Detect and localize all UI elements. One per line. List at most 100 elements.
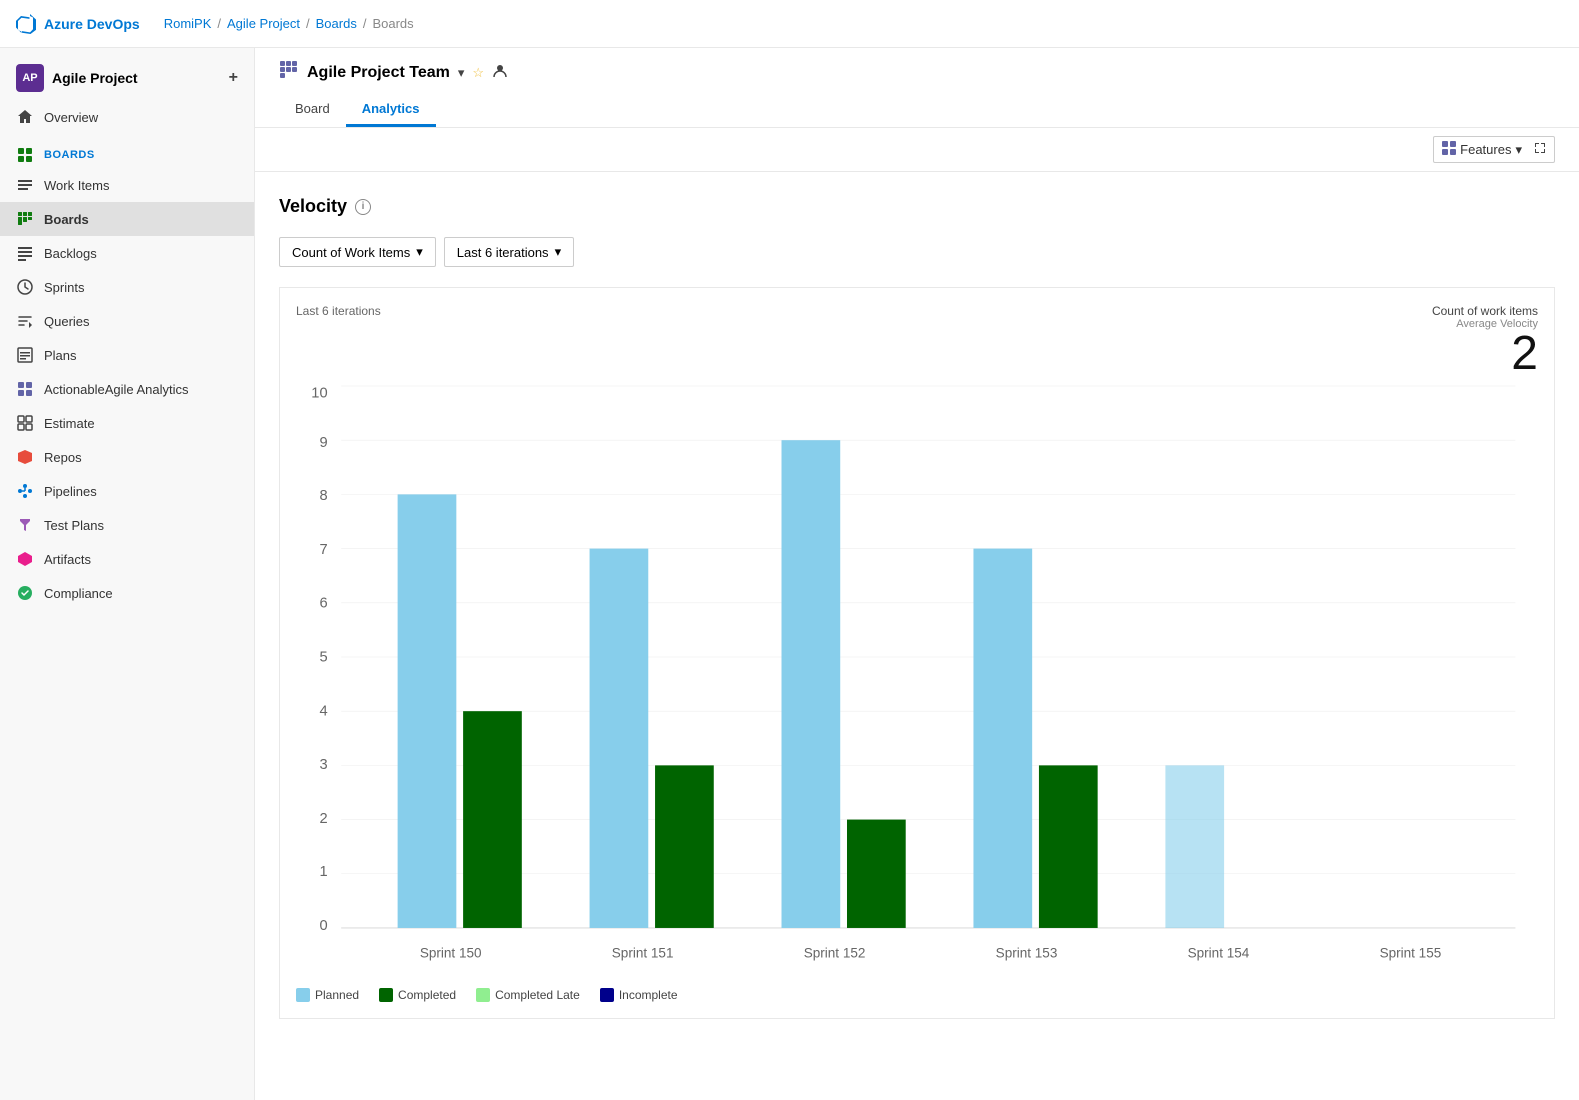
velocity-info-icon[interactable]: i [355,199,371,215]
work-items-icon [16,176,34,194]
sprint155-label: Sprint 155 [1380,945,1442,960]
sidebar-label-repos: Repos [44,450,82,465]
estimate-icon [16,414,34,432]
sidebar-item-pipelines[interactable]: Pipelines [0,474,254,508]
pipelines-icon [16,482,34,500]
sidebar-label-boards: Boards [44,212,89,227]
sprint151-planned-bar [590,549,649,928]
planned-label: Planned [315,988,359,1002]
favorite-icon[interactable]: ☆ [472,65,484,81]
sidebar-item-work-items[interactable]: Work Items [0,168,254,202]
velocity-section: Velocity i Count of Work Items ▾ Last 6 … [255,172,1579,1100]
actionable-agile-icon [16,380,34,398]
project-name: Agile Project [52,70,138,86]
sprint150-label: Sprint 150 [420,945,482,960]
metric-label: Count of work items [1432,304,1538,318]
features-button[interactable]: Features ▾ [1433,136,1555,163]
breadcrumb-romipk[interactable]: RomiPK [164,16,212,31]
breadcrumb: RomiPK / Agile Project / Boards / Boards [164,16,414,31]
svg-text:1: 1 [319,864,327,880]
svg-text:5: 5 [319,649,327,665]
sidebar-item-overview[interactable]: Overview [0,100,254,134]
team-name: Agile Project Team [307,64,450,82]
sidebar-item-plans[interactable]: Plans [0,338,254,372]
incomplete-color [600,988,614,1002]
sprint153-planned-bar [973,549,1032,928]
metric-value: 2 [1432,330,1538,378]
completed-late-color [476,988,490,1002]
sidebar: AP Agile Project + Overview Boards Work … [0,48,255,1100]
manage-team-icon[interactable] [492,63,508,82]
breadcrumb-boards2: Boards [372,16,413,31]
sidebar-item-estimate[interactable]: Estimate [0,406,254,440]
main-tabs: Board Analytics [279,93,1555,127]
tab-analytics[interactable]: Analytics [346,93,436,127]
sidebar-label-plans: Plans [44,348,77,363]
compliance-icon [16,584,34,602]
sidebar-item-repos[interactable]: Repos [0,440,254,474]
completed-label: Completed [398,988,456,1002]
features-chevron-icon: ▾ [1515,142,1522,158]
sprint153-label: Sprint 153 [996,945,1058,960]
metric-chevron-icon: ▾ [416,244,423,260]
svg-text:6: 6 [319,595,327,611]
sprint154-planned-bar [1165,765,1224,928]
sidebar-item-test-plans[interactable]: Test Plans [0,508,254,542]
topbar: Azure DevOps RomiPK / Agile Project / Bo… [0,0,1579,48]
iterations-chevron-icon: ▾ [555,244,562,260]
test-plans-icon [16,516,34,534]
breadcrumb-sep3: / [363,16,367,31]
iterations-filter-button[interactable]: Last 6 iterations ▾ [444,237,574,267]
velocity-heading: Velocity [279,196,347,217]
sprint152-completed-bar [847,820,906,928]
boards-group-icon [16,146,34,164]
breadcrumb-boards1[interactable]: Boards [316,16,357,31]
chart-legend: Planned Completed Completed Late Incompl… [296,988,1538,1002]
sidebar-item-compliance[interactable]: Compliance [0,576,254,610]
metric-filter-button[interactable]: Count of Work Items ▾ [279,237,436,267]
sidebar-item-actionable-agile[interactable]: ActionableAgile Analytics [0,372,254,406]
chart-header: Last 6 iterations Count of work items Av… [296,304,1538,378]
azure-devops-logo[interactable]: Azure DevOps [16,14,140,34]
sidebar-label-estimate: Estimate [44,416,95,431]
svg-text:0: 0 [319,918,327,934]
sprint152-label: Sprint 152 [804,945,866,960]
legend-completed: Completed [379,988,456,1002]
svg-text:2: 2 [319,811,327,827]
tab-board[interactable]: Board [279,93,346,127]
breadcrumb-agile-project[interactable]: Agile Project [227,16,300,31]
sidebar-label-backlogs: Backlogs [44,246,97,261]
legend-completed-late: Completed Late [476,988,580,1002]
team-chevron-icon[interactable]: ▾ [458,65,465,81]
repos-icon [16,448,34,466]
breadcrumb-sep2: / [306,16,310,31]
svg-text:4: 4 [319,704,327,720]
legend-incomplete: Incomplete [600,988,678,1002]
sidebar-label-test-plans: Test Plans [44,518,104,533]
iterations-filter-label: Last 6 iterations [457,245,549,260]
sidebar-label-compliance: Compliance [44,586,113,601]
backlogs-icon [16,244,34,262]
main-title-row: Agile Project Team ▾ ☆ [279,60,1555,85]
sidebar-item-backlogs[interactable]: Backlogs [0,236,254,270]
artifacts-icon [16,550,34,568]
sidebar-item-queries[interactable]: Queries [0,304,254,338]
main-header: Agile Project Team ▾ ☆ Board Analytics [255,48,1579,128]
expand-icon[interactable] [1534,142,1546,157]
boards-icon [16,210,34,228]
add-button[interactable]: + [229,69,238,87]
home-icon [16,108,34,126]
velocity-title: Velocity i [279,196,1555,217]
main-toolbar: Features ▾ [255,128,1579,172]
velocity-chart: 0 1 2 3 4 5 6 7 8 9 10 [296,386,1538,973]
svg-text:9: 9 [319,435,327,451]
azure-devops-title: Azure DevOps [44,16,140,32]
sidebar-item-sprints[interactable]: Sprints [0,270,254,304]
sidebar-item-boards[interactable]: Boards [0,202,254,236]
sprint150-completed-bar [463,711,522,928]
sidebar-item-boards-group[interactable]: Boards [0,134,254,168]
sprint150-planned-bar [398,494,457,928]
sidebar-label-overview: Overview [44,110,98,125]
sidebar-item-artifacts[interactable]: Artifacts [0,542,254,576]
filters: Count of Work Items ▾ Last 6 iterations … [279,237,1555,267]
